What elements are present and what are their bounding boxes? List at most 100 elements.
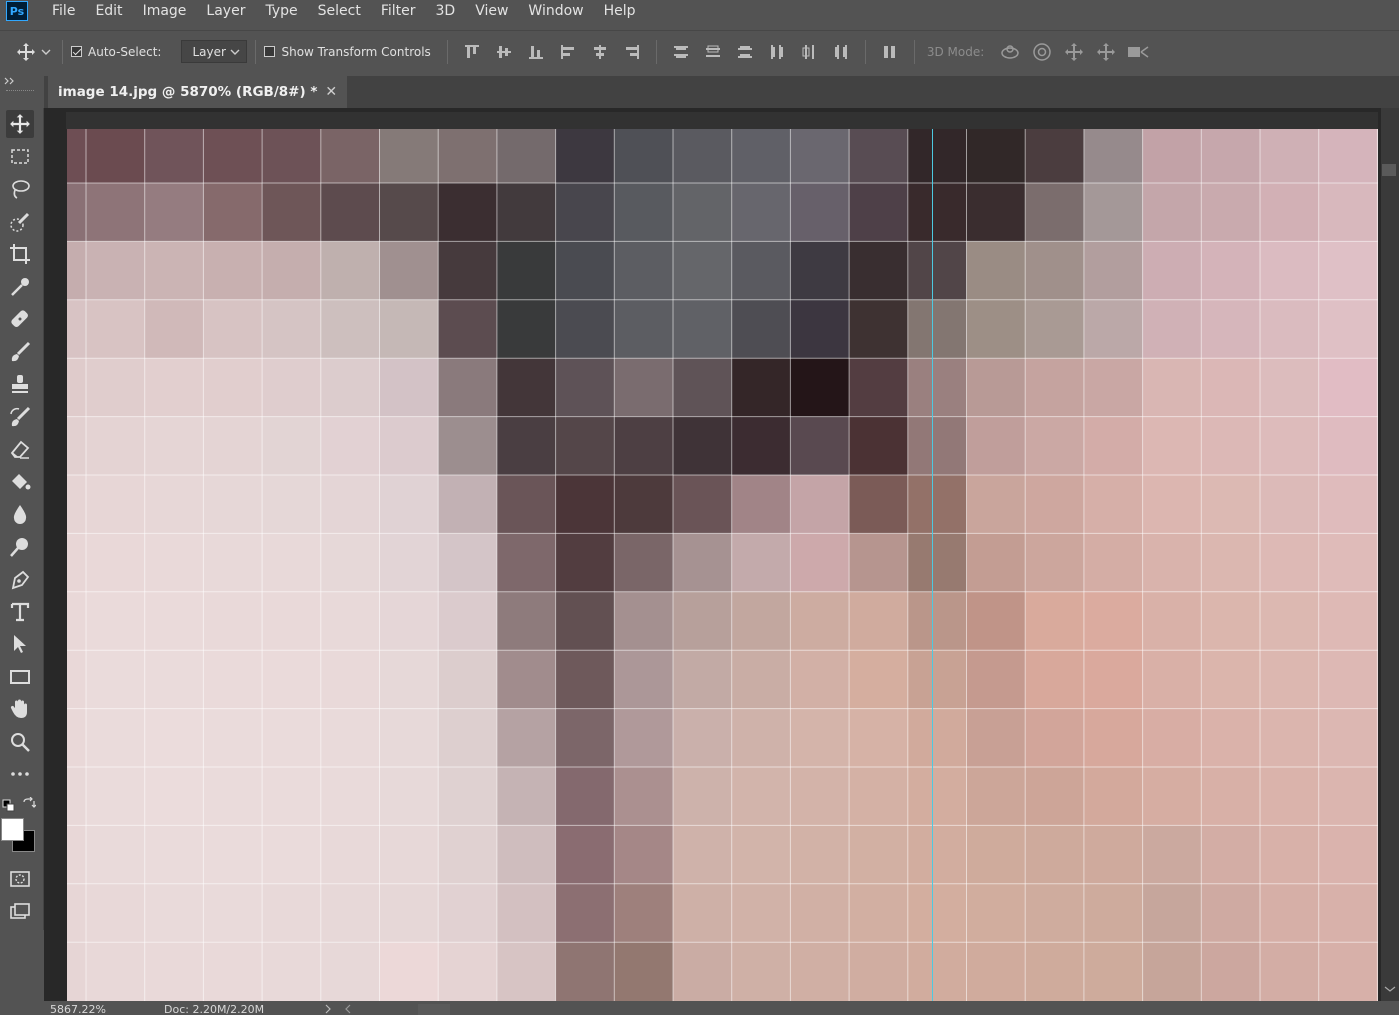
menu-image[interactable]: Image (143, 3, 187, 19)
auto-select-checkbox[interactable] (71, 46, 82, 57)
quick-mask-icon[interactable] (6, 865, 34, 893)
pixel-cell (614, 708, 674, 768)
scroll-left-icon[interactable] (344, 1004, 352, 1014)
eyedropper-icon[interactable] (6, 273, 34, 301)
align-horizontal-centers-icon[interactable] (584, 40, 616, 64)
pixel-cell (1025, 708, 1085, 768)
align-left-edges-icon[interactable] (552, 40, 584, 64)
pixel-cell (320, 241, 380, 301)
swap-colors-icon[interactable] (22, 796, 37, 815)
pixel-cell (614, 533, 674, 593)
horizontal-scrollbar-thumb[interactable] (418, 1004, 450, 1015)
healing-brush-icon[interactable] (6, 305, 34, 333)
menu-3d[interactable]: 3D (436, 3, 456, 19)
menu-file[interactable]: File (52, 3, 75, 19)
show-transform-controls-label: Show Transform Controls (281, 44, 431, 59)
pixel-cell (1083, 883, 1144, 943)
menu-type[interactable]: Type (265, 3, 297, 19)
menu-help[interactable]: Help (604, 3, 636, 19)
distribute-left-edges-icon[interactable] (761, 40, 793, 64)
pixel-cell (67, 129, 87, 184)
align-bottom-edges-icon[interactable] (520, 40, 552, 64)
pixel-cell (849, 183, 909, 242)
drag-handle[interactable] (6, 90, 34, 92)
3d-pan-icon[interactable] (1058, 40, 1090, 64)
3d-orbit-icon[interactable] (994, 40, 1026, 64)
type-icon[interactable] (6, 598, 34, 626)
show-transform-controls-checkbox[interactable] (264, 46, 276, 57)
menu-filter[interactable]: Filter (381, 3, 416, 19)
pixel-cell (673, 708, 733, 768)
menu-select[interactable]: Select (318, 3, 361, 19)
dodge-icon[interactable] (6, 533, 34, 561)
align-right-edges-icon[interactable] (616, 40, 648, 64)
blur-icon[interactable] (6, 500, 34, 528)
photoshop-logo-icon[interactable]: Ps (6, 1, 28, 21)
quick-selection-icon[interactable] (6, 208, 34, 236)
pixel-cell (496, 708, 557, 768)
rectangle-icon[interactable] (6, 663, 34, 691)
distribute-horizontal-centers-icon[interactable] (793, 40, 825, 64)
3d-slide-icon[interactable] (1090, 40, 1122, 64)
crop-icon[interactable] (6, 240, 34, 268)
pen-icon[interactable] (6, 565, 34, 593)
vertical-scrollbar-thumb[interactable] (1382, 164, 1396, 176)
image-canvas[interactable] (67, 129, 1378, 1001)
zoom-level-readout[interactable]: 5867.22% (50, 1003, 106, 1015)
document-size-readout[interactable]: Doc: 2.20M/2.20M (164, 1003, 264, 1015)
zoom-icon[interactable] (6, 728, 34, 756)
pixel-cell (86, 533, 146, 593)
vertical-guide-line[interactable] (932, 129, 933, 1001)
foreground-color-swatch[interactable] (1, 818, 24, 841)
close-document-icon[interactable]: ✕ (325, 84, 337, 100)
pixel-cell (203, 942, 263, 1001)
status-menu-chevron-icon[interactable] (324, 1004, 332, 1014)
pixel-cell (1025, 299, 1085, 359)
expand-panel-chevron-icon[interactable] (3, 76, 17, 86)
pixel-cell (86, 416, 146, 476)
auto-select-target-dropdown[interactable]: Layer (181, 40, 248, 63)
scroll-down-icon[interactable] (1384, 985, 1396, 993)
pixel-cell (1318, 708, 1378, 768)
eraser-icon[interactable] (6, 435, 34, 463)
clone-stamp-icon[interactable] (6, 370, 34, 398)
lasso-icon[interactable] (6, 175, 34, 203)
more-tools-icon[interactable] (6, 760, 34, 788)
move-tool-icon[interactable] (6, 110, 34, 138)
hand-icon[interactable] (6, 695, 34, 723)
pixel-cell (1201, 183, 1261, 242)
pixel-cell (144, 533, 204, 593)
options-bar: Auto-Select: Layer Show Transform Contro… (0, 30, 1399, 72)
menu-layer[interactable]: Layer (206, 3, 245, 19)
distribute-top-edges-icon[interactable] (665, 40, 697, 64)
menu-view[interactable]: View (475, 3, 508, 19)
auto-select-label: Auto-Select: (88, 44, 162, 59)
vertical-scrollbar[interactable] (1381, 108, 1399, 1001)
3d-roll-icon[interactable] (1026, 40, 1058, 64)
rectangular-marquee-icon[interactable] (6, 143, 34, 171)
pixel-cell (320, 299, 380, 359)
history-brush-icon[interactable] (6, 403, 34, 431)
pixel-cell (555, 129, 615, 184)
align-vertical-centers-icon[interactable] (488, 40, 520, 64)
pixel-cell (1260, 475, 1320, 534)
menu-edit[interactable]: Edit (95, 3, 122, 19)
move-tool-preset-icon[interactable] (14, 40, 38, 64)
auto-align-layers-icon[interactable] (874, 40, 906, 64)
pixel-cell (203, 825, 263, 885)
menu-window[interactable]: Window (528, 3, 583, 19)
document-tab[interactable]: image 14.jpg @ 5870% (RGB/8#) * ✕ (48, 76, 348, 108)
tool-preset-chevron-down-icon[interactable] (38, 40, 54, 64)
align-top-edges-icon[interactable] (456, 40, 488, 64)
screen-mode-icon[interactable] (6, 897, 34, 925)
distribute-right-edges-icon[interactable] (825, 40, 857, 64)
default-colors-icon[interactable] (2, 798, 16, 817)
paint-bucket-icon[interactable] (6, 468, 34, 496)
pixel-cell (673, 767, 733, 826)
3d-scale-camera-icon[interactable] (1122, 40, 1154, 64)
path-selection-icon[interactable] (6, 630, 34, 658)
brush-icon[interactable] (6, 338, 34, 366)
distribute-bottom-edges-icon[interactable] (729, 40, 761, 64)
pixel-cell (1025, 767, 1085, 826)
distribute-vertical-centers-icon[interactable] (697, 40, 729, 64)
